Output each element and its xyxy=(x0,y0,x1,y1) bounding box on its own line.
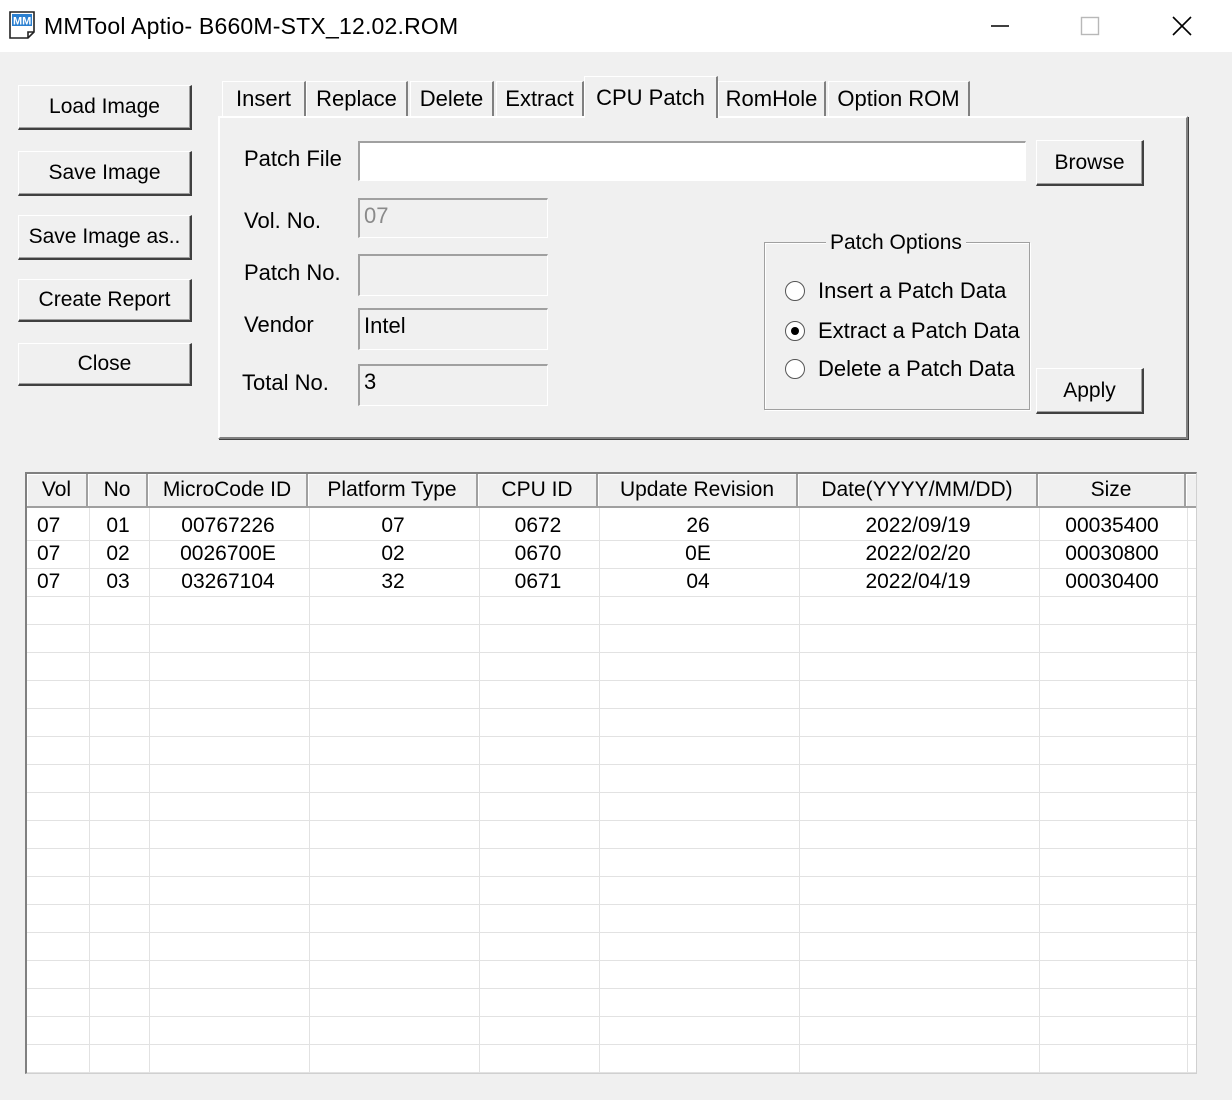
column-header-cpu-id[interactable]: CPU ID xyxy=(478,474,598,508)
cell-date: 2022/04/19 xyxy=(865,570,971,593)
cell-microcode-id: 03267104 xyxy=(181,570,275,593)
grid-line-horizontal xyxy=(27,652,1196,653)
grid-line-horizontal xyxy=(27,960,1196,961)
column-header-vol[interactable]: Vol xyxy=(27,474,88,508)
cell-size: 00030400 xyxy=(1065,570,1159,593)
grid-line-horizontal xyxy=(27,1016,1196,1017)
svg-text:MM: MM xyxy=(13,16,31,28)
insert-patch-radio[interactable] xyxy=(785,281,805,301)
grid-line-horizontal xyxy=(27,848,1196,849)
radio-selected-dot xyxy=(791,327,799,335)
tab-insert[interactable]: Insert xyxy=(222,81,306,116)
delete-patch-radio[interactable] xyxy=(785,359,805,379)
cell-update-revision: 04 xyxy=(686,570,710,593)
cell-date: 2022/09/19 xyxy=(865,514,971,537)
grid-line-horizontal xyxy=(27,932,1196,933)
maximize-icon xyxy=(1080,16,1100,36)
grid-line-horizontal xyxy=(27,596,1196,597)
tab-replace[interactable]: Replace xyxy=(306,81,408,116)
patch-no-label: Patch No. xyxy=(244,260,341,285)
window-title: MMTool Aptio- B660M-STX_12.02.ROM xyxy=(44,13,459,39)
tab-cpu-patch[interactable]: CPU Patch xyxy=(584,76,718,118)
grid-line-horizontal xyxy=(27,820,1196,821)
table-row[interactable]: 07 03 03267104 32 0671 04 2022/04/19 000… xyxy=(27,568,1196,596)
save-image-button[interactable]: Save Image xyxy=(18,151,192,196)
grid-line-horizontal xyxy=(27,876,1196,877)
table-row[interactable]: 07 02 0026700E 02 0670 0E 2022/02/20 000… xyxy=(27,540,1196,568)
column-header-platform-type[interactable]: Platform Type xyxy=(308,474,478,508)
patch-options-title: Patch Options xyxy=(826,231,966,255)
cell-size: 00035400 xyxy=(1065,514,1159,537)
grid-line-horizontal xyxy=(27,764,1196,765)
column-header-date[interactable]: Date(YYYY/MM/DD) xyxy=(798,474,1038,508)
browse-button[interactable]: Browse xyxy=(1036,140,1144,186)
extract-patch-label[interactable]: Extract a Patch Data xyxy=(818,318,1020,344)
close-window-button[interactable] xyxy=(1136,0,1228,52)
grid-line-horizontal xyxy=(27,708,1196,709)
microcode-table[interactable]: Vol No MicroCode ID Platform Type CPU ID… xyxy=(25,472,1197,1074)
table-header: Vol No MicroCode ID Platform Type CPU ID… xyxy=(27,474,1196,508)
cell-no: 01 xyxy=(106,514,130,537)
patch-file-label: Patch File xyxy=(244,146,342,171)
title-bar: MM MMTool Aptio- B660M-STX_12.02.ROM xyxy=(0,0,1232,52)
mm-app-icon[interactable]: MM xyxy=(8,10,38,40)
create-report-button[interactable]: Create Report xyxy=(18,279,192,322)
grid-line-horizontal xyxy=(27,680,1196,681)
column-header-update-revision[interactable]: Update Revision xyxy=(598,474,798,508)
patch-file-input[interactable] xyxy=(358,141,1026,181)
close-icon xyxy=(1172,16,1192,36)
save-image-as-button[interactable]: Save Image as.. xyxy=(18,215,192,260)
tab-option-rom[interactable]: Option ROM xyxy=(828,81,970,116)
cell-vol: 07 xyxy=(37,542,61,565)
total-no-label: Total No. xyxy=(242,370,329,395)
cell-update-revision: 26 xyxy=(686,514,710,537)
insert-patch-label[interactable]: Insert a Patch Data xyxy=(818,278,1006,304)
minimize-icon xyxy=(991,25,1009,27)
cell-microcode-id: 00767226 xyxy=(181,514,275,537)
cell-cpu-id: 0671 xyxy=(514,570,562,593)
cell-no: 02 xyxy=(106,542,130,565)
grid-line-horizontal xyxy=(27,792,1196,793)
patch-no-field xyxy=(358,254,548,296)
cell-microcode-id: 0026700E xyxy=(180,542,276,565)
grid-line-horizontal xyxy=(27,1072,1196,1073)
apply-button[interactable]: Apply xyxy=(1036,368,1144,414)
cell-date: 2022/02/20 xyxy=(865,542,971,565)
tab-extract[interactable]: Extract xyxy=(496,81,584,116)
table-row[interactable]: 07 01 00767226 07 0672 26 2022/09/19 000… xyxy=(27,512,1196,540)
vendor-label: Vendor xyxy=(244,312,314,337)
cell-no: 03 xyxy=(106,570,130,593)
cell-vol: 07 xyxy=(37,514,61,537)
tab-delete[interactable]: Delete xyxy=(410,81,494,116)
grid-line-horizontal xyxy=(27,988,1196,989)
tab-romhole[interactable]: RomHole xyxy=(718,81,826,116)
extract-patch-radio[interactable] xyxy=(785,321,805,341)
cell-platform-type: 07 xyxy=(381,514,405,537)
grid-line-horizontal xyxy=(27,904,1196,905)
vol-no-label: Vol. No. xyxy=(244,208,322,233)
total-no-field: 3 xyxy=(358,364,548,406)
grid-line-horizontal xyxy=(27,1044,1196,1045)
cell-platform-type: 02 xyxy=(381,542,405,565)
grid-line-horizontal xyxy=(27,736,1196,737)
delete-patch-label[interactable]: Delete a Patch Data xyxy=(818,356,1015,382)
load-image-button[interactable]: Load Image xyxy=(18,85,192,130)
column-header-no[interactable]: No xyxy=(88,474,148,508)
cell-vol: 07 xyxy=(37,570,61,593)
minimize-button[interactable] xyxy=(954,0,1046,52)
close-button[interactable]: Close xyxy=(18,343,192,386)
column-header-microcode-id[interactable]: MicroCode ID xyxy=(148,474,308,508)
cell-cpu-id: 0670 xyxy=(514,542,562,565)
cell-size: 00030800 xyxy=(1065,542,1159,565)
column-header-filler xyxy=(1186,474,1196,508)
column-header-size[interactable]: Size xyxy=(1038,474,1186,508)
maximize-button xyxy=(1044,0,1136,52)
cell-update-revision: 0E xyxy=(685,542,711,565)
cell-cpu-id: 0672 xyxy=(514,514,562,537)
cell-platform-type: 32 xyxy=(381,570,405,593)
vendor-field: Intel xyxy=(358,308,548,350)
grid-line-horizontal xyxy=(27,624,1196,625)
vol-no-field: 07 xyxy=(358,198,548,238)
